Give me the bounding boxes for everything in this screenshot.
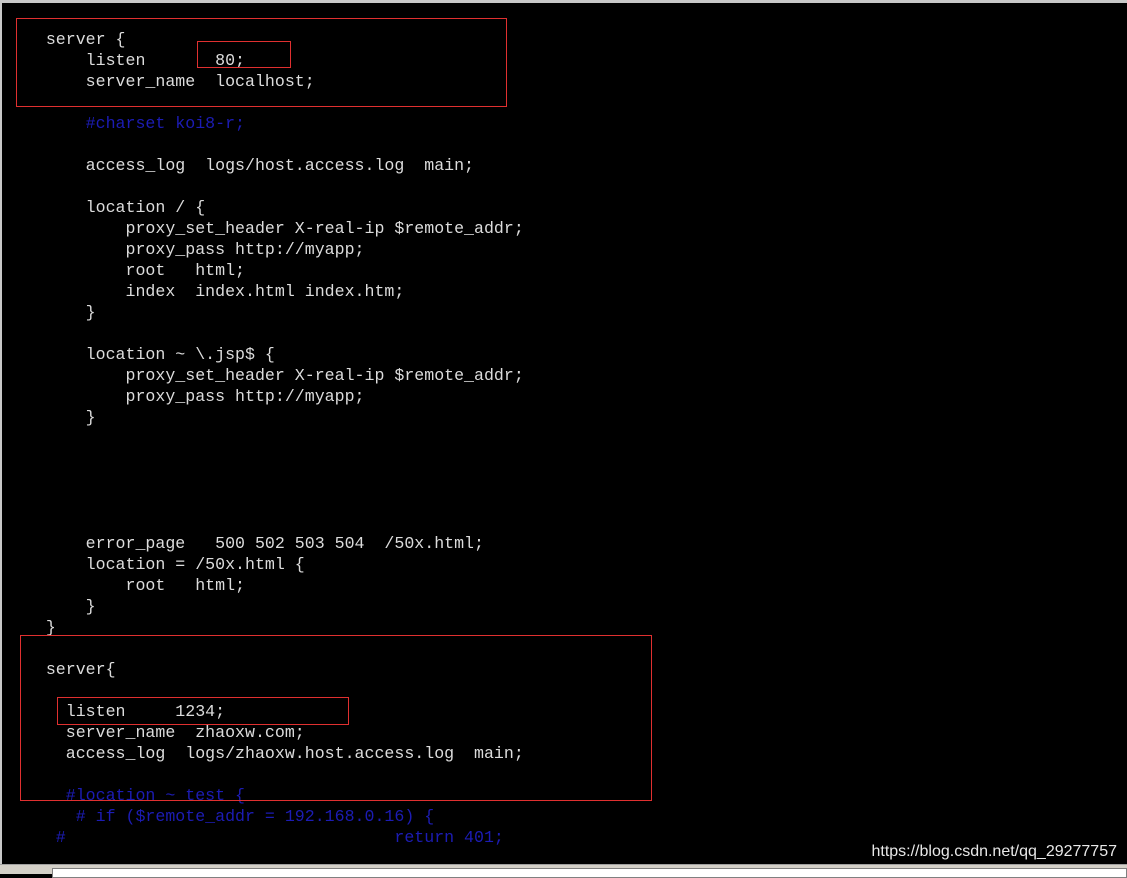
code-line: root html; — [6, 261, 245, 280]
code-line: location = /50x.html { — [6, 555, 305, 574]
code-line: access_log logs/host.access.log main; — [6, 156, 475, 175]
code-line: proxy_pass http://myapp; — [6, 240, 365, 259]
code-line: location ~ \.jsp$ { — [6, 345, 275, 364]
terminal-window[interactable]: server { listen 80; server_name localhos… — [0, 0, 1127, 864]
code-line: root html; — [6, 576, 245, 595]
code-line: } — [6, 597, 96, 616]
code-line: } — [6, 303, 96, 322]
code-line: proxy_pass http://myapp; — [6, 387, 365, 406]
comment-line: # if ($remote_addr = 192.168.0.16) { — [6, 807, 435, 826]
code-line: proxy_set_header X-real-ip $remote_addr; — [6, 366, 524, 385]
highlight-box-listen-1234 — [57, 697, 349, 725]
code-line: proxy_set_header X-real-ip $remote_addr; — [6, 219, 524, 238]
code-line: index index.html index.htm; — [6, 282, 405, 301]
watermark: https://blog.csdn.net/qq_29277757 — [871, 843, 1117, 860]
command-input[interactable] — [52, 868, 1127, 878]
code-line: location / { — [6, 198, 206, 217]
comment-line: #charset koi8-r; — [6, 114, 245, 133]
highlight-box-listen-80 — [197, 41, 291, 68]
code-line: } — [6, 408, 96, 427]
comment-line: # return 401; — [6, 828, 504, 847]
code-line: error_page 500 502 503 504 /50x.html; — [6, 534, 484, 553]
